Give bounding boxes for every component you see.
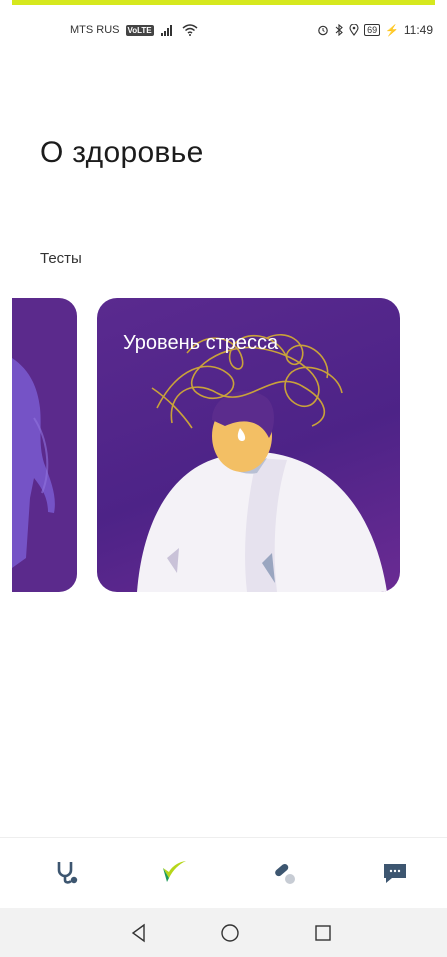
- chat-icon: [384, 864, 406, 883]
- pill-icon: [275, 863, 295, 884]
- section-label-tests: Тесты: [40, 250, 82, 267]
- signal-icon: [160, 25, 172, 36]
- stethoscope-icon: [57, 862, 78, 884]
- status-bar: MTS RUS VoLTE 69 ⚡ 11:49: [0, 16, 447, 46]
- page-title: О здоровье: [40, 136, 204, 169]
- location-icon: [349, 24, 359, 36]
- bottom-nav: [0, 837, 447, 908]
- test-card-stress-level[interactable]: Уровень стресса: [97, 298, 400, 592]
- system-back-button[interactable]: [124, 918, 154, 948]
- system-recents-button[interactable]: [308, 918, 338, 948]
- alarm-icon: [318, 25, 328, 36]
- charging-icon: ⚡: [385, 24, 399, 37]
- nav-medicines-tab[interactable]: [264, 856, 304, 890]
- leaf-logo-icon: [163, 861, 186, 882]
- recents-icon: [315, 925, 331, 941]
- carrier-label: MTS RUS: [70, 24, 120, 36]
- nav-health-tab[interactable]: [47, 856, 87, 890]
- card-figure-illustration: [12, 358, 55, 568]
- test-card-previous[interactable]: [12, 298, 77, 592]
- bluetooth-icon: [335, 24, 343, 36]
- back-icon: [131, 923, 145, 943]
- status-right: 69 ⚡ 11:49: [317, 23, 433, 37]
- status-left: MTS RUS VoLTE: [70, 24, 198, 36]
- volte-badge: VoLTE: [125, 24, 154, 36]
- system-home-button[interactable]: [215, 918, 245, 948]
- nav-chat-tab[interactable]: [375, 856, 415, 890]
- top-accent-bar: [12, 0, 435, 5]
- wifi-icon: [182, 24, 198, 36]
- nav-home-tab[interactable]: [154, 856, 194, 890]
- battery-indicator: 69: [364, 24, 381, 36]
- home-icon: [221, 924, 239, 942]
- card-title: Уровень стресса: [123, 332, 279, 354]
- clock-time: 11:49: [403, 23, 433, 37]
- system-nav-bar: [0, 908, 447, 957]
